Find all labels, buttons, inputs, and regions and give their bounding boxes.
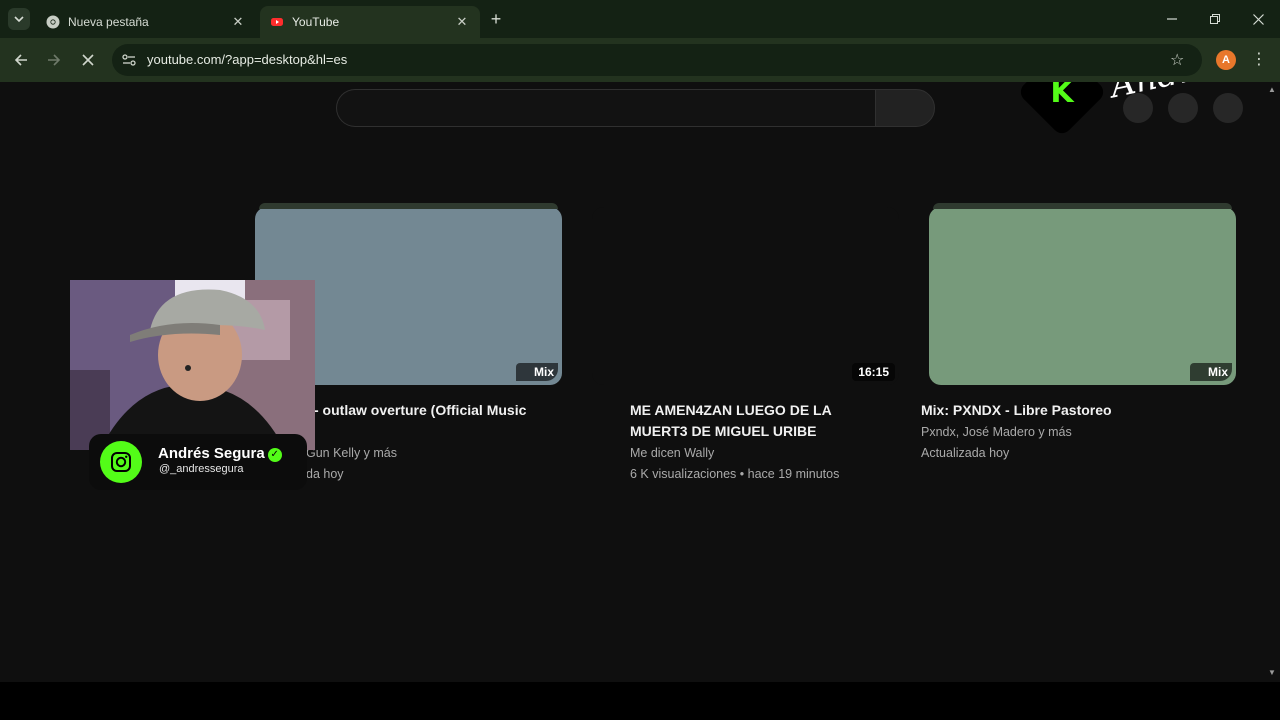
kick-logo: K [1016, 82, 1108, 138]
notifications-button[interactable] [1168, 93, 1198, 123]
search-input[interactable] [336, 89, 876, 127]
tab-youtube[interactable]: YouTube ✕ [260, 6, 480, 38]
playlist-stack [259, 203, 558, 209]
stop-loading-icon[interactable] [77, 49, 99, 71]
profile-avatar[interactable]: A [1216, 50, 1236, 70]
video-title[interactable]: ME AMEN4ZAN LUEGO DE LA MUERT3 DE MIGUEL… [630, 400, 860, 442]
scroll-down-icon[interactable]: ▼ [1267, 668, 1277, 678]
tab-strip: Nueva pestaña ✕ YouTube ✕ + [0, 0, 1280, 38]
duration-badge: 16:15 [852, 363, 895, 381]
verified-check-icon: ✓ [267, 448, 282, 462]
scroll-up-icon[interactable]: ▲ [1267, 85, 1277, 95]
mix-badge: Mix [1190, 363, 1232, 381]
tab-search-button[interactable] [8, 8, 30, 30]
menu-kebab-icon[interactable]: ⋮ [1250, 49, 1268, 71]
webcam-image [70, 280, 315, 450]
instagram-handle: @_andressegura [159, 463, 244, 475]
video-channel[interactable]: Pxndx, José Madero y más [921, 422, 1211, 443]
mix-badge: Mix [516, 363, 558, 381]
back-icon[interactable] [10, 49, 32, 71]
bottom-bar [0, 682, 1280, 720]
new-tab-button[interactable]: + [486, 10, 506, 30]
search-button[interactable] [875, 89, 935, 127]
instagram-name: Andrés Segura ✓ [158, 445, 282, 462]
video-meta: da hoy [306, 467, 344, 481]
youtube-icon [271, 18, 283, 26]
close-tab-icon[interactable]: ✕ [454, 14, 470, 30]
video-title[interactable]: - outlaw overture (Official Music [314, 400, 584, 421]
close-tab-icon[interactable]: ✕ [230, 14, 246, 30]
bookmark-star-icon[interactable]: ☆ [1170, 50, 1188, 69]
instagram-card: Andrés Segura ✓ @_andressegura [89, 434, 307, 490]
address-bar[interactable]: youtube.com/?app=desktop&hl=es ☆ [112, 44, 1202, 76]
video-meta: Actualizada hoy [921, 446, 1010, 460]
instagram-icon [100, 441, 142, 483]
tab-title: YouTube [292, 15, 340, 29]
playlist-stack [933, 203, 1232, 209]
site-settings-icon[interactable] [120, 51, 138, 69]
webcam-feed [70, 280, 315, 450]
chrome-icon [46, 15, 60, 29]
video-title[interactable]: Mix: PXNDX - Libre Pastoreo [921, 400, 1191, 421]
browser-toolbar: youtube.com/?app=desktop&hl=es ☆ A ⋮ [0, 38, 1280, 82]
tab-title: Nueva pestaña [68, 15, 149, 29]
forward-icon[interactable] [43, 49, 65, 71]
url-text: youtube.com/?app=desktop&hl=es [147, 52, 348, 67]
account-button[interactable] [1213, 93, 1243, 123]
tab-new-tab[interactable]: Nueva pestaña ✕ [36, 6, 256, 38]
video-meta: 6 K visualizaciones • hace 19 minutos [630, 467, 840, 481]
video-channel[interactable]: Me dicen Wally [630, 443, 920, 464]
video-thumbnail[interactable]: 16:15 [592, 207, 899, 385]
chevron-down-icon [14, 16, 24, 23]
video-thumbnail[interactable]: Mix [929, 203, 1236, 385]
minimize-icon[interactable] [1161, 8, 1183, 30]
close-window-icon[interactable] [1247, 8, 1269, 30]
restore-icon[interactable] [1204, 8, 1226, 30]
video-channel[interactable]: Gun Kelly y más [306, 443, 596, 464]
